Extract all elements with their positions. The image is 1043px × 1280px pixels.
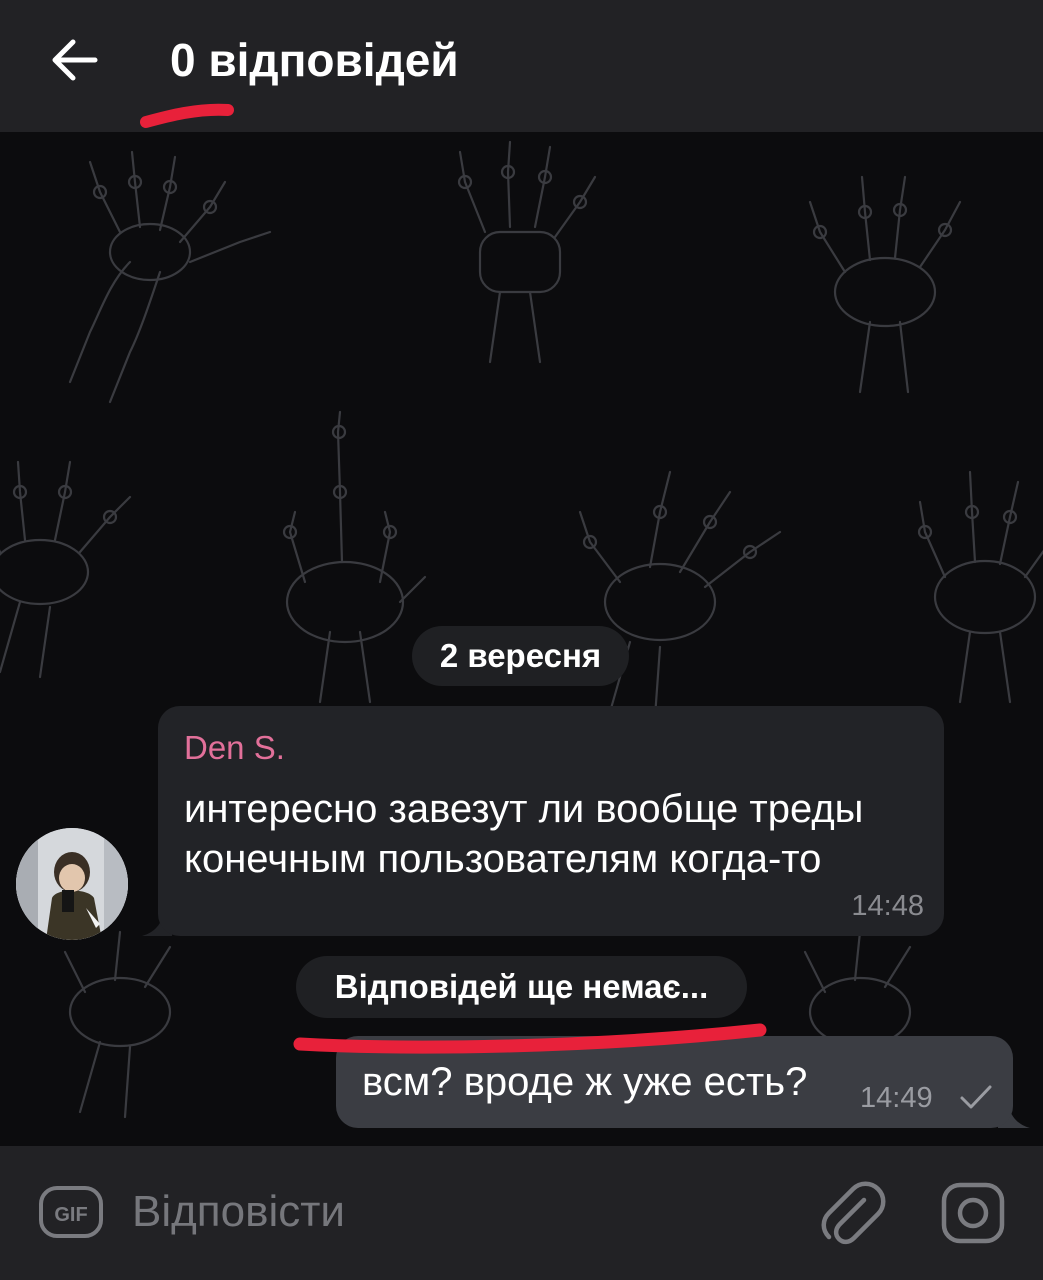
composer-bar: GIF: [0, 1146, 1043, 1280]
outgoing-message[interactable]: всм? вроде ж уже есть? 14:49: [336, 1036, 1013, 1128]
top-bar: 0 відповідей: [0, 0, 1043, 132]
attach-button[interactable]: [818, 1178, 888, 1248]
date-separator: 2 вересня: [412, 626, 629, 686]
check-icon: [960, 1085, 992, 1109]
avatar[interactable]: [16, 828, 128, 940]
incoming-message[interactable]: Den S. интересно завезут ли вообще треды…: [158, 706, 944, 936]
gif-icon: GIF: [39, 1186, 103, 1238]
message-text: всм? вроде ж уже есть?: [362, 1060, 808, 1104]
gif-button[interactable]: GIF: [38, 1182, 104, 1242]
message-time: 14:48: [851, 890, 924, 922]
no-replies-notice: Відповідей ще немає...: [296, 956, 747, 1018]
thread-screen: 0 відповідей 2 вересня Den S. интересно …: [0, 0, 1043, 1280]
camera-button[interactable]: [940, 1182, 1006, 1244]
message-time: 14:49: [860, 1082, 933, 1114]
paperclip-icon: [821, 1181, 886, 1245]
camera-icon: [941, 1182, 1005, 1244]
back-button[interactable]: [36, 22, 112, 98]
message-text: интересно завезут ли вообще треды конечн…: [184, 787, 864, 881]
sender-name[interactable]: Den S.: [184, 728, 285, 768]
gif-label: GIF: [54, 1204, 87, 1226]
user-photo: [16, 828, 128, 940]
reply-input[interactable]: [132, 1176, 772, 1248]
page-title: 0 відповідей: [170, 34, 459, 86]
arrow-left-icon: [52, 39, 98, 81]
